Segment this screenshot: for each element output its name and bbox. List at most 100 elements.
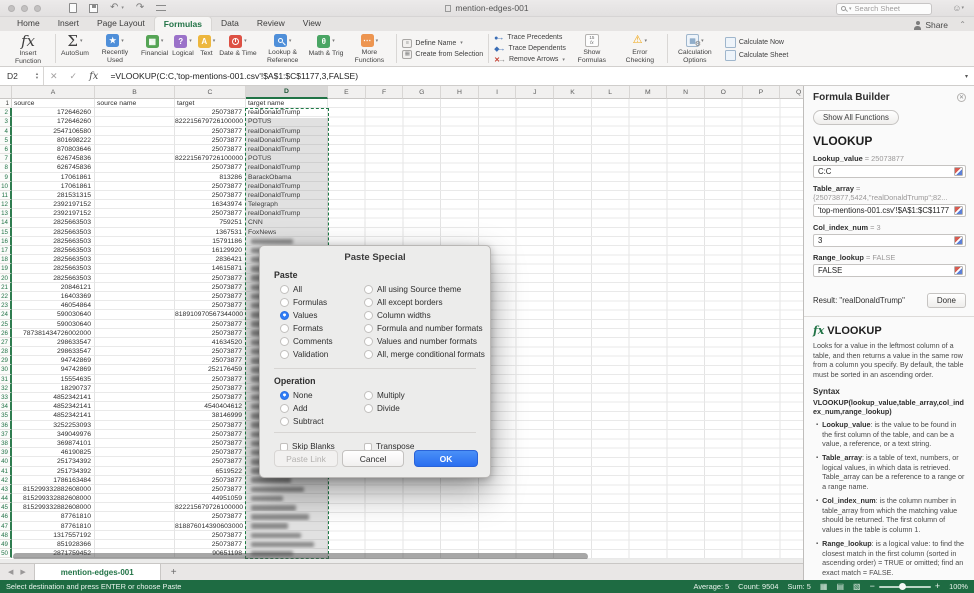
grid-cell[interactable]: 25073877 <box>175 393 246 402</box>
paste-option-formula-and-number-formats[interactable]: Formula and number formats <box>364 322 486 335</box>
grid-cell[interactable]: 2825663503 <box>12 274 95 283</box>
grid-cell[interactable] <box>95 494 175 503</box>
grid-cell[interactable]: realDonaldTrump <box>246 136 328 145</box>
grid-cell[interactable] <box>246 485 328 494</box>
zoom-out-icon[interactable]: − <box>870 582 875 591</box>
grid-cell[interactable]: 25073877 <box>175 540 246 549</box>
recently-used-button[interactable]: ★▾Recently Used <box>91 31 139 66</box>
row-header-24[interactable]: 24 <box>0 310 12 319</box>
grid-cell[interactable] <box>95 457 175 466</box>
row-header-15[interactable]: 15 <box>0 228 12 237</box>
grid-cell[interactable]: 801698222 <box>12 136 95 145</box>
grid-cell[interactable]: 369874101 <box>12 439 95 448</box>
column-header-G[interactable]: G <box>403 86 441 99</box>
grid-cell[interactable]: 25073877 <box>175 375 246 384</box>
radio-icon[interactable] <box>280 298 289 307</box>
paste-option-all-except-borders[interactable]: All except borders <box>364 296 486 309</box>
row-header-47[interactable]: 47 <box>0 522 12 531</box>
row-header-3[interactable]: 3 <box>0 117 12 126</box>
row-header-2[interactable]: 2 <box>0 108 12 117</box>
row-header-45[interactable]: 45 <box>0 503 12 512</box>
grid-cell[interactable]: 18290737 <box>12 384 95 393</box>
ribbon-tab-review[interactable]: Review <box>248 16 294 31</box>
grid-cell[interactable] <box>95 274 175 283</box>
grid-cell[interactable]: 17061861 <box>12 182 95 191</box>
redo-icon[interactable]: ↷ <box>136 3 144 13</box>
grid-cell[interactable]: 25073877 <box>175 329 246 338</box>
range-selector-icon[interactable] <box>954 266 963 275</box>
zoom-slider-thumb[interactable] <box>899 583 906 590</box>
row-header-46[interactable]: 46 <box>0 512 12 521</box>
grid-cell[interactable] <box>95 228 175 237</box>
grid-cell[interactable] <box>95 522 175 531</box>
grid-cell[interactable] <box>95 310 175 319</box>
calculation-options-button[interactable]: ▦⚙▾ Calculation Options <box>671 31 719 66</box>
grid-cell[interactable]: 851928366 <box>12 540 95 549</box>
cancel-button[interactable]: Cancel <box>342 450 404 467</box>
grid-cell[interactable]: 25073877 <box>175 182 246 191</box>
grid-cell[interactable]: 349049976 <box>12 430 95 439</box>
operation-option-divide[interactable]: Divide <box>364 402 486 415</box>
grid-cell[interactable]: 16343974 <box>175 200 246 209</box>
text-button[interactable]: A▾Text <box>196 31 218 66</box>
grid-cell[interactable]: 815299332882608000 <box>12 494 95 503</box>
radio-icon[interactable] <box>280 311 289 320</box>
row-header-21[interactable]: 21 <box>0 283 12 292</box>
grid-cell[interactable] <box>95 292 175 301</box>
next-sheet-icon[interactable]: ▶ <box>20 568 25 576</box>
paste-option-all[interactable]: All <box>280 283 364 296</box>
grid-cell[interactable] <box>246 540 328 549</box>
operation-option-add[interactable]: Add <box>280 402 364 415</box>
zoom-in-icon[interactable]: + <box>935 582 940 591</box>
grid-cell[interactable]: 2825663503 <box>12 228 95 237</box>
radio-icon[interactable] <box>364 404 373 413</box>
grid-cell[interactable] <box>95 503 175 512</box>
share-button[interactable]: Share <box>914 20 948 30</box>
paste-option-validation[interactable]: Validation <box>280 348 364 361</box>
grid-cell[interactable] <box>246 503 328 512</box>
grid-cell[interactable]: Telegraph <box>246 200 328 209</box>
grid-cell[interactable] <box>95 117 175 126</box>
lookup_value-input[interactable]: C:C <box>813 165 966 178</box>
radio-icon[interactable] <box>364 298 373 307</box>
column-header-O[interactable]: O <box>705 86 743 99</box>
row-header-12[interactable]: 12 <box>0 200 12 209</box>
range-selector-icon[interactable] <box>954 206 963 215</box>
grid-cell[interactable]: realDonaldTrump <box>246 191 328 200</box>
row-header-13[interactable]: 13 <box>0 209 12 218</box>
grid-cell[interactable]: 4540404612 <box>175 402 246 411</box>
grid-cell[interactable]: 25073877 <box>175 320 246 329</box>
grid-cell[interactable] <box>95 512 175 521</box>
show-formulas-button[interactable]: 15fx Show Formulas <box>568 31 616 66</box>
grid-cell[interactable]: 2392197152 <box>12 200 95 209</box>
autosum-button[interactable]: Σ▾AutoSum <box>59 31 91 66</box>
column-header-L[interactable]: L <box>592 86 630 99</box>
grid-cell[interactable]: 25073877 <box>175 274 246 283</box>
grid-cell[interactable] <box>95 301 175 310</box>
paste-option-comments[interactable]: Comments <box>280 335 364 348</box>
grid-cell[interactable]: FoxNews <box>246 228 328 237</box>
grid-cell[interactable]: target name <box>246 99 328 108</box>
grid-cell[interactable]: 25073877 <box>175 136 246 145</box>
grid-cell[interactable]: 818910970567344000 <box>175 310 246 319</box>
sheet-tab-active[interactable]: mention-edges-001 <box>34 564 161 580</box>
error-checking-button[interactable]: ⚠▾ Error Checking <box>616 31 664 66</box>
grid-cell[interactable]: 17061861 <box>12 173 95 182</box>
grid-cell[interactable] <box>95 375 175 384</box>
grid-cell[interactable]: source <box>12 99 95 108</box>
trace-precedents-button[interactable]: ●→Trace Precedents <box>494 33 566 42</box>
date-time-button[interactable]: ▾Date & Time <box>217 31 258 66</box>
grid-cell[interactable] <box>95 476 175 485</box>
grid-cell[interactable]: realDonaldTrump <box>246 163 328 172</box>
paste-option-all-merge-conditional-formats[interactable]: All, merge conditional formats <box>364 348 486 361</box>
grid-cell[interactable] <box>95 246 175 255</box>
row-header-35[interactable]: 35 <box>0 411 12 420</box>
grid-cell[interactable] <box>246 512 328 521</box>
create-from-selection-button[interactable]: ▦Create from Selection <box>402 50 483 59</box>
grid-cell[interactable] <box>95 108 175 117</box>
column-header-F[interactable]: F <box>366 86 404 99</box>
formula-input[interactable]: =VLOOKUP(C:C,'top-mentions-001.csv'!$A$1… <box>104 71 358 81</box>
column-header-K[interactable]: K <box>554 86 592 99</box>
grid-cell[interactable] <box>95 329 175 338</box>
range-selector-icon[interactable] <box>954 167 963 176</box>
